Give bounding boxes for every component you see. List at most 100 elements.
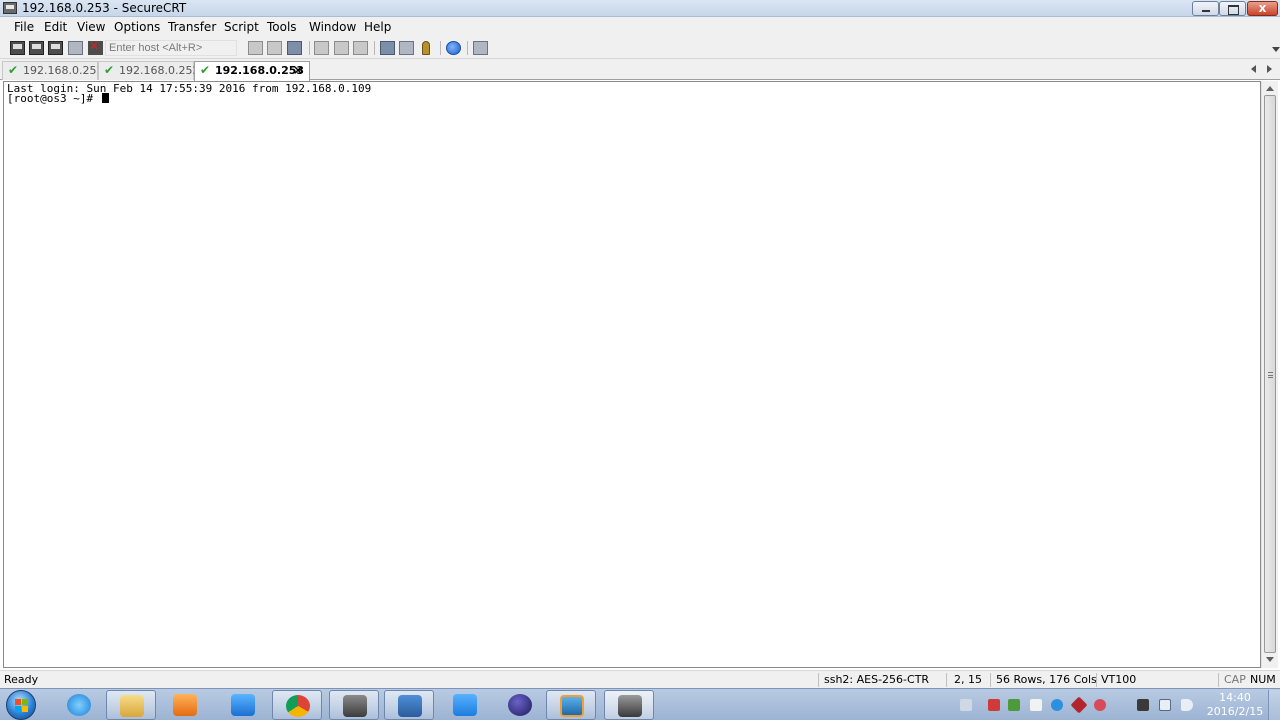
menu-options[interactable]: Options [114, 19, 160, 35]
session-options-icon[interactable] [380, 41, 395, 55]
menu-help[interactable]: Help [364, 19, 391, 35]
volume-icon[interactable] [1181, 699, 1193, 711]
tab-close-icon[interactable]: × [293, 62, 303, 79]
tray-network-app-icon[interactable] [1094, 699, 1106, 711]
find-icon[interactable] [287, 41, 302, 55]
taskbar-securecrt-launcher[interactable] [329, 690, 379, 720]
network-icon[interactable] [1159, 699, 1171, 711]
start-button[interactable] [6, 690, 36, 720]
disconnect-icon[interactable] [88, 39, 103, 55]
connect-icon[interactable] [10, 41, 25, 55]
taskbar-baidu-cloud[interactable] [218, 690, 268, 720]
taskbar-media-player[interactable] [160, 690, 210, 720]
user-icon[interactable] [1137, 699, 1149, 711]
key-icon[interactable] [422, 41, 430, 55]
taskbar-eclipse[interactable] [495, 690, 545, 720]
status-divider [818, 673, 819, 687]
menu-bar: File Edit View Options Transfer Script T… [0, 17, 1280, 37]
scroll-up-arrow-icon[interactable] [1266, 86, 1274, 91]
status-cipher: ssh2: AES-256-CTR [824, 673, 930, 686]
status-ready: Ready [4, 673, 39, 686]
status-cursor-position: 2, 15 [954, 673, 982, 686]
minimize-button[interactable] [1192, 1, 1219, 16]
print-icon[interactable] [353, 41, 368, 55]
taskbar-virtualbox[interactable] [546, 690, 596, 720]
windows-logo-icon [22, 699, 28, 705]
terminal-app-icon [343, 695, 367, 717]
tab-label: 192.168.0.253 [215, 64, 305, 77]
taskbar-chrome[interactable] [272, 690, 322, 720]
scroll-down-arrow-icon[interactable] [1266, 657, 1274, 662]
global-options-icon[interactable] [399, 41, 414, 55]
taskbar-internet-explorer[interactable] [54, 690, 104, 720]
print-screen-icon[interactable] [314, 41, 329, 55]
print-selection-icon[interactable] [334, 41, 349, 55]
keyboard-icon[interactable] [960, 699, 972, 711]
tray-app-icon[interactable] [1008, 699, 1020, 711]
antivirus-icon[interactable] [988, 699, 1000, 711]
status-bar: Ready ssh2: AES-256-CTR 2, 15 56 Rows, 1… [0, 670, 1280, 688]
terminal-prompt-line: [root@os3 ~]# [7, 93, 109, 104]
clock-date[interactable]: 2016/2/15 [1206, 706, 1264, 718]
close-button[interactable]: x [1247, 1, 1278, 16]
menu-view[interactable]: View [77, 19, 105, 35]
menu-edit[interactable]: Edit [44, 19, 67, 35]
windows-logo-icon [22, 706, 28, 712]
eclipse-icon [508, 694, 532, 716]
windows-taskbar: 14:40 2016/2/15 [0, 688, 1280, 720]
tab-scroll-left-icon[interactable] [1251, 65, 1256, 73]
status-emulation: VT100 [1101, 673, 1137, 686]
status-divider [1096, 673, 1097, 687]
taskbar-feather-app[interactable] [440, 690, 490, 720]
virtualbox-icon [560, 695, 584, 717]
show-desktop-button[interactable] [1268, 690, 1280, 720]
tab-192-168-0-252[interactable]: ✔ 192.168.0.252 [98, 61, 199, 80]
connected-check-icon: ✔ [104, 63, 115, 77]
terminal-cursor [101, 93, 109, 103]
menu-window[interactable]: Window [309, 19, 356, 35]
status-terminal-size: 56 Rows, 176 Cols [996, 673, 1097, 686]
keymap-icon[interactable] [473, 41, 488, 55]
connected-check-icon: ✔ [200, 63, 211, 77]
menu-script[interactable]: Script [224, 19, 259, 35]
quick-connect-icon[interactable] [29, 41, 44, 55]
copy-icon[interactable] [248, 41, 263, 55]
windows-flag-icon[interactable] [1030, 699, 1042, 711]
toolbar-separator [440, 41, 441, 55]
window-title: 192.168.0.253 - SecureCRT [22, 1, 187, 15]
toolbar [0, 37, 1280, 59]
terminal-scrollbar[interactable] [1261, 81, 1278, 668]
internet-explorer-icon [67, 694, 91, 716]
help-icon[interactable] [446, 41, 461, 55]
reconnect-icon[interactable] [68, 41, 83, 55]
tray-shield-icon[interactable] [1070, 696, 1088, 714]
scroll-grip-icon [1268, 372, 1273, 378]
taskbar-securecrt-active[interactable] [604, 690, 654, 720]
menu-tools[interactable]: Tools [267, 19, 297, 35]
maximize-button[interactable] [1219, 1, 1246, 16]
scrollbar-thumb[interactable] [1264, 95, 1276, 653]
feather-tray-icon[interactable] [1051, 699, 1063, 711]
close-icon: x [1258, 1, 1267, 15]
toolbar-overflow-chevron-icon[interactable] [1272, 47, 1280, 52]
toolbar-separator [374, 41, 375, 55]
connect-in-tab-icon[interactable] [48, 41, 63, 55]
taskbar-file-explorer[interactable] [106, 690, 156, 720]
securecrt-app-icon[interactable] [3, 2, 17, 14]
tab-label: 192.168.0.252 [119, 64, 200, 77]
tab-192-168-0-253[interactable]: ✔ 192.168.0.253 × [194, 61, 310, 81]
enter-host-input[interactable] [105, 40, 237, 56]
tab-scroll-right-icon[interactable] [1267, 65, 1272, 73]
menu-file[interactable]: File [14, 19, 34, 35]
clock-time[interactable]: 14:40 [1206, 692, 1264, 704]
terminal-view[interactable]: Last login: Sun Feb 14 17:55:39 2016 fro… [3, 81, 1261, 668]
tab-192-168-0-251[interactable]: ✔ 192.168.0.251 [2, 61, 103, 80]
toolbar-separator [467, 41, 468, 55]
folder-icon [120, 695, 144, 717]
windows-logo-icon [15, 699, 21, 705]
toolbar-separator [309, 41, 310, 55]
taskbar-remote-tool[interactable] [384, 690, 434, 720]
paste-icon[interactable] [267, 41, 282, 55]
menu-transfer[interactable]: Transfer [168, 19, 216, 35]
cloud-sync-icon [231, 694, 255, 716]
